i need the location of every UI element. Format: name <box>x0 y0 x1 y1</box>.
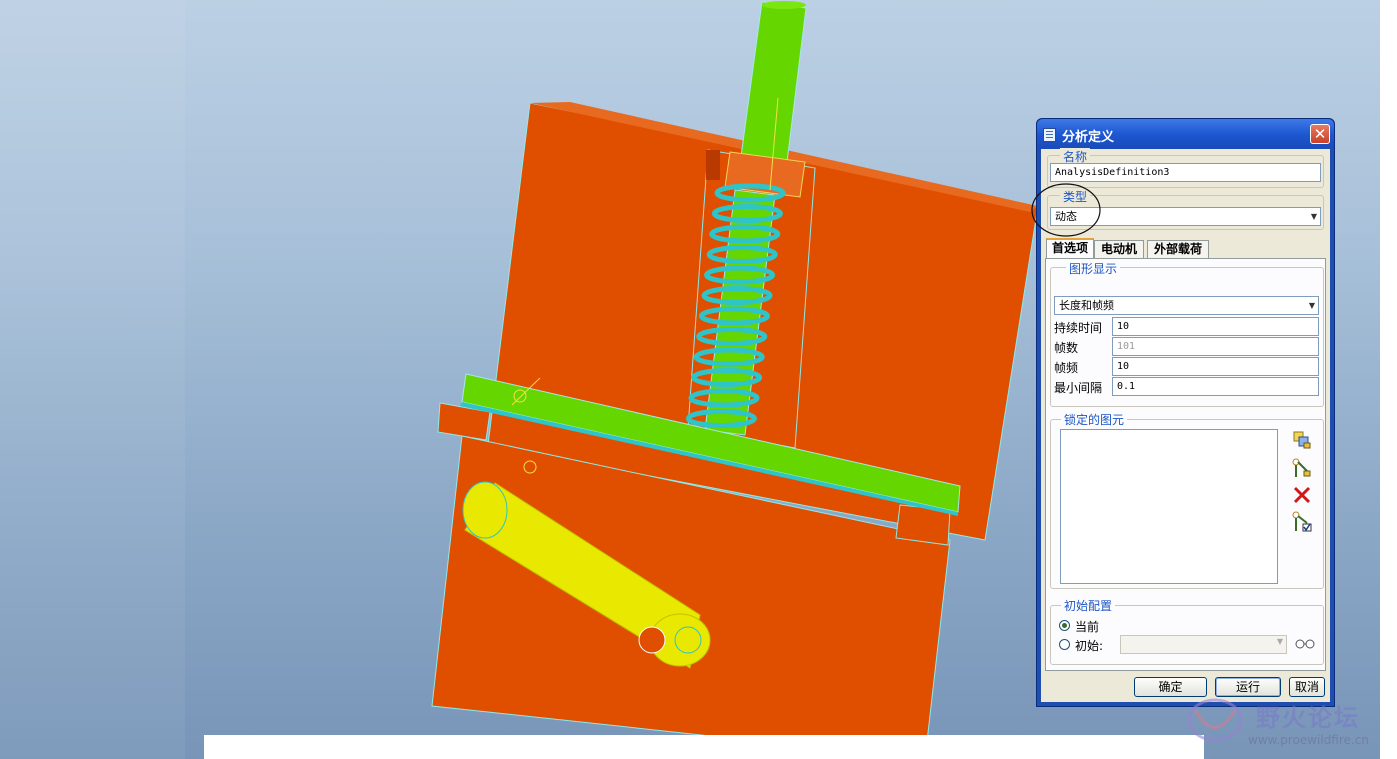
graph-mode-select[interactable]: 长度和帧频 ▼ <box>1054 296 1319 315</box>
chevron-down-icon: ▼ <box>1276 637 1283 646</box>
close-button[interactable]: ✕ <box>1310 124 1330 144</box>
plunger-rod <box>739 1 807 171</box>
lock-connections-icon[interactable] <box>1291 457 1313 479</box>
enable-connections-icon[interactable] <box>1291 511 1313 533</box>
frames-field: 101 <box>1112 337 1319 356</box>
min-interval-label: 最小间隔 <box>1054 381 1103 395</box>
init-config-label: 初始配置 <box>1061 597 1116 614</box>
analysis-definition-dialog: 分析定义 ✕ 名称 AnalysisDefinition3 类型 动态 ▼ 首选… <box>1031 118 1335 707</box>
radio-current-label: 当前 <box>1075 620 1100 634</box>
watermark-text: 野火论坛 <box>1256 704 1360 732</box>
tab-external-loads[interactable]: 外部载荷 <box>1147 240 1209 258</box>
right-edge <box>1380 0 1397 759</box>
graph-mode-value: 长度和帧频 <box>1059 299 1114 312</box>
plunger-top <box>762 1 806 9</box>
delete-icon[interactable] <box>1291 484 1313 506</box>
radio-snapshot-label: 初始: <box>1075 639 1104 653</box>
dialog-icon <box>1043 128 1056 142</box>
graph-display-label: 图形显示 <box>1066 260 1121 277</box>
radio-current[interactable] <box>1059 620 1070 631</box>
frame-rate-field[interactable]: 10 <box>1112 357 1319 376</box>
snapshot-select[interactable]: ▼ <box>1120 635 1287 654</box>
tab-preferences[interactable]: 首选项 <box>1046 238 1094 258</box>
watermark-url: www.proewildfire.cn <box>1248 733 1369 747</box>
arm-pivot <box>462 481 508 539</box>
arm-hole <box>638 626 666 654</box>
locked-entities-list[interactable] <box>1060 429 1278 584</box>
chevron-down-icon: ▼ <box>1310 212 1317 221</box>
lock-bodies-icon[interactable] <box>1291 429 1313 451</box>
dialog-title: 分析定义 <box>1062 130 1115 145</box>
tab-motors[interactable]: 电动机 <box>1094 240 1144 258</box>
hand-drawn-circle <box>1031 183 1101 237</box>
duration-field[interactable]: 10 <box>1112 317 1319 336</box>
dialog-body: 名称 AnalysisDefinition3 类型 动态 ▼ 首选项 电动机 外… <box>1031 148 1330 702</box>
dialog-titlebar[interactable]: 分析定义 ✕ <box>1037 119 1334 149</box>
locked-entities-label: 锁定的图元 <box>1061 411 1128 428</box>
slot-shadow <box>706 150 720 180</box>
glasses-icon[interactable] <box>1294 636 1316 650</box>
radio-snapshot[interactable] <box>1059 639 1070 650</box>
min-interval-field[interactable]: 0.1 <box>1112 377 1319 396</box>
chevron-down-icon: ▼ <box>1308 301 1315 310</box>
duration-label: 持续时间 <box>1054 321 1103 335</box>
frame-rate-label: 帧频 <box>1054 361 1079 375</box>
frames-label: 帧数 <box>1054 341 1079 355</box>
viewport-bottom-bar <box>204 735 1204 759</box>
